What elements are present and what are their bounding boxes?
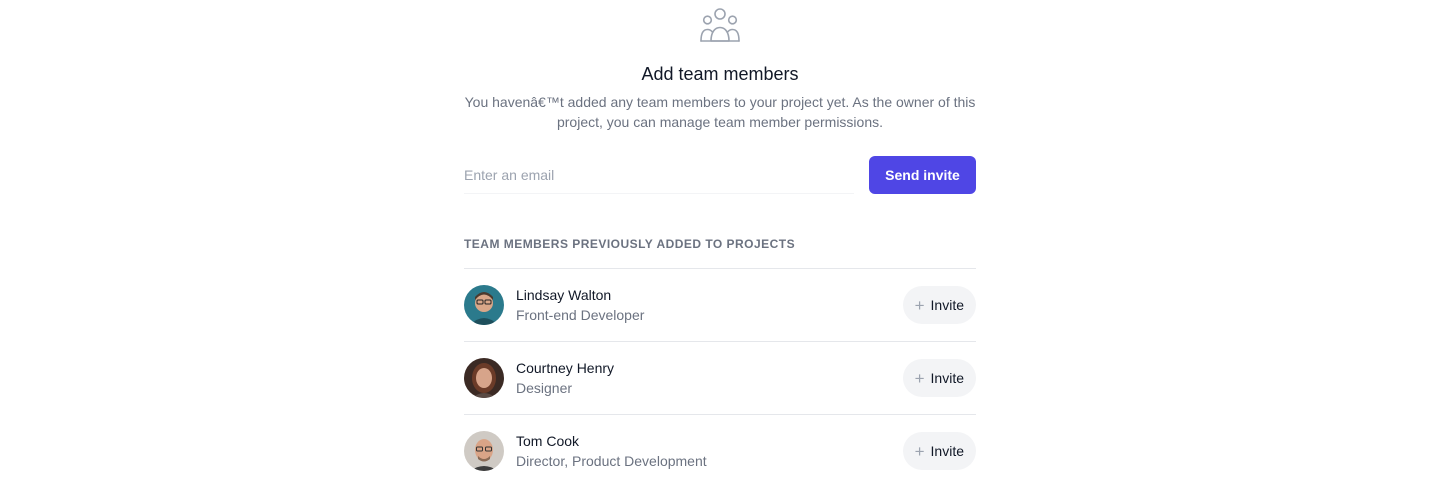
invite-label: Invite	[930, 297, 964, 313]
plus-icon: +	[914, 295, 925, 315]
plus-icon: +	[914, 441, 925, 461]
member-info: Tom Cook Director, Product Development	[516, 431, 903, 471]
page-title: Add team members	[641, 64, 799, 84]
avatar	[464, 358, 504, 398]
add-team-members-panel: Add team members You havenâ€™t added any…	[464, 0, 976, 482]
invite-label: Invite	[930, 443, 964, 459]
email-input[interactable]	[464, 156, 854, 194]
member-role: Front-end Developer	[516, 307, 645, 323]
list-item: Tom Cook Director, Product Development +…	[464, 414, 976, 482]
avatar	[464, 431, 504, 471]
page: Add team members You havenâ€™t added any…	[0, 0, 1440, 482]
list-item: Courtney Henry Designer + Invite	[464, 341, 976, 414]
member-info: Courtney Henry Designer	[516, 358, 903, 398]
invite-button[interactable]: + Invite	[902, 286, 976, 324]
invite-button[interactable]: + Invite	[902, 432, 976, 470]
section-heading: TEAM MEMBERS PREVIOUSLY ADDED TO PROJECT…	[464, 237, 796, 251]
member-name: Lindsay Walton	[516, 287, 612, 303]
avatar	[464, 285, 504, 325]
send-invite-button[interactable]: Send invite	[869, 156, 976, 194]
page-description: You havenâ€™t added any team members to …	[464, 94, 976, 130]
list-item: Lindsay Walton Front-end Developer + Inv…	[464, 269, 976, 341]
member-name: Tom Cook	[516, 433, 580, 449]
member-role: Designer	[516, 380, 573, 396]
invite-button[interactable]: + Invite	[902, 359, 976, 397]
member-name: Courtney Henry	[516, 360, 615, 376]
invite-form: Send invite	[464, 156, 976, 194]
member-list: Lindsay Walton Front-end Developer + Inv…	[464, 268, 976, 482]
plus-icon: +	[914, 368, 925, 388]
member-info: Lindsay Walton Front-end Developer	[516, 285, 903, 325]
user-group-icon	[700, 8, 740, 42]
member-role: Director, Product Development	[516, 453, 707, 469]
invite-label: Invite	[930, 370, 964, 386]
